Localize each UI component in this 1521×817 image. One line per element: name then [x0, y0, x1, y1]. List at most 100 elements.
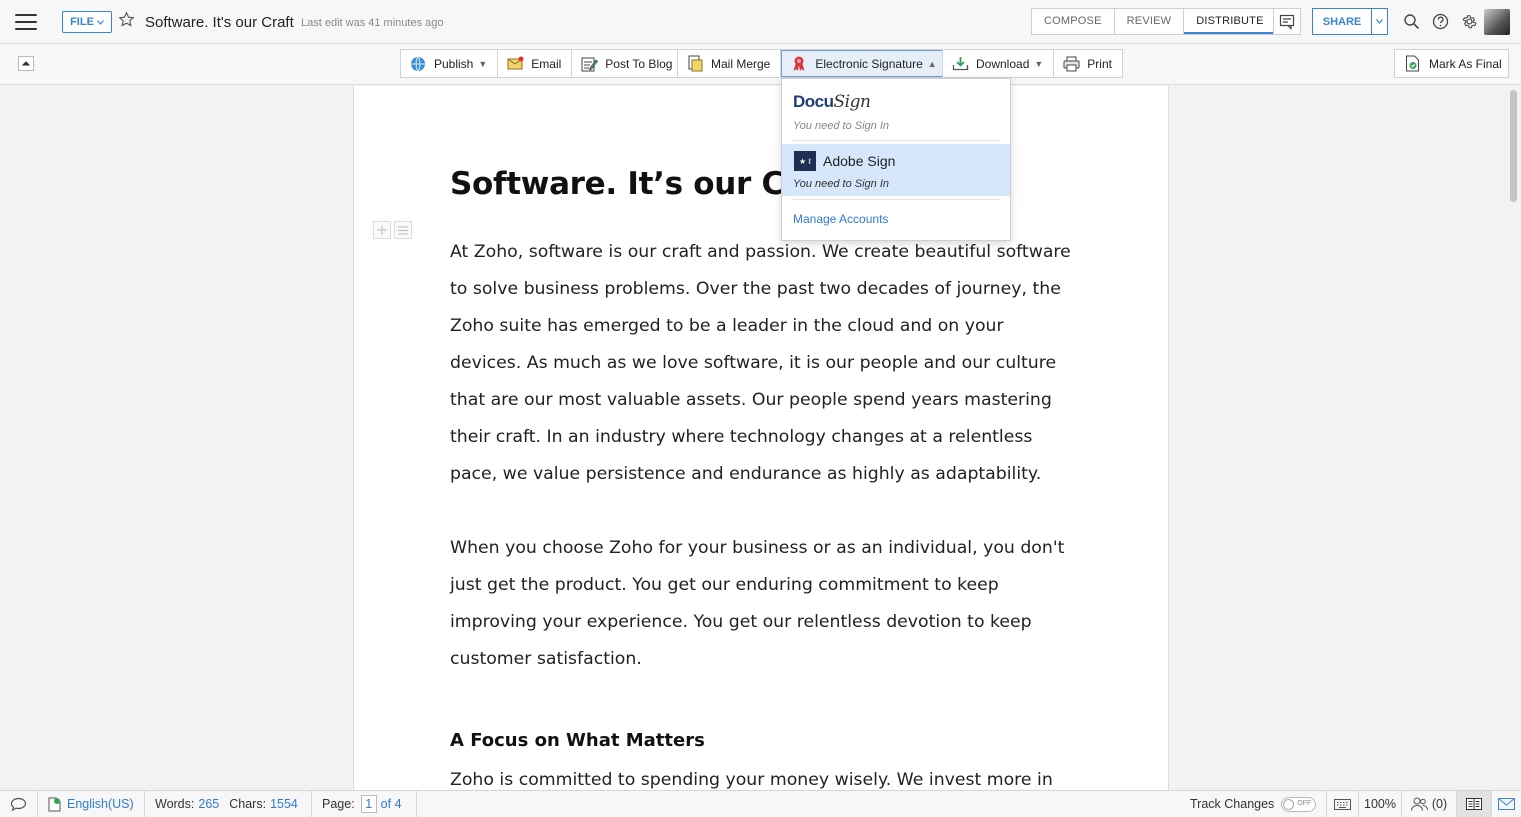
- text-line: Zoho suite has emerged to be a leader in…: [450, 316, 1004, 336]
- track-changes-toggle[interactable]: OFF: [1281, 796, 1317, 812]
- chars-label: Chars:: [229, 797, 267, 811]
- search-button[interactable]: [1397, 8, 1426, 35]
- menu-item-docusign[interactable]: DocuSign You need to Sign In: [782, 79, 1010, 140]
- file-menu-label: FILE: [70, 16, 94, 28]
- collaborators-button[interactable]: (0): [1402, 791, 1457, 817]
- menu-divider: [793, 140, 1000, 141]
- add-block-icon[interactable]: [373, 221, 391, 239]
- mode-switcher: COMPOSE REVIEW DISTRIBUTE: [1031, 8, 1277, 35]
- final-document-icon: [1403, 55, 1421, 73]
- electronic-signature-menu: DocuSign You need to Sign In ★ ℓ Adobe S…: [781, 78, 1011, 241]
- gear-icon: [1462, 15, 1477, 29]
- output-tools-group: Download ▼ Print: [942, 49, 1123, 78]
- mail-merge-label: Mail Merge: [711, 56, 771, 71]
- globe-icon: [409, 55, 427, 73]
- keyboard-icon: [1334, 798, 1351, 810]
- download-icon: [951, 55, 969, 73]
- publish-label: Publish: [434, 56, 474, 71]
- manage-accounts-link[interactable]: Manage Accounts: [793, 212, 888, 226]
- search-icon: [1404, 14, 1420, 30]
- status-bar: English(US) Words: 265 Chars: 1554 Page:…: [0, 790, 1521, 817]
- menu-divider: [793, 199, 1000, 200]
- zoom-level[interactable]: 100%: [1359, 791, 1402, 817]
- page-view-icon: [1466, 798, 1482, 810]
- menu-icon[interactable]: [15, 14, 37, 30]
- post-to-blog-button[interactable]: Post To Blog: [572, 50, 682, 77]
- adobe-sign-logo-icon: ★ ℓ: [794, 151, 816, 171]
- download-button[interactable]: Download ▼: [943, 50, 1055, 77]
- words-value: 265: [198, 797, 220, 811]
- paragraph-style-icon[interactable]: [394, 221, 412, 239]
- document-scrollbar[interactable]: [1506, 86, 1521, 790]
- track-changes: Track Changes OFF: [1181, 791, 1326, 817]
- text-line: to solve business problems. Over the pas…: [450, 279, 1061, 299]
- page-label: Page:: [322, 797, 355, 811]
- text-line: improving your experience. You get our r…: [450, 612, 1032, 632]
- mail-merge-icon: [686, 55, 704, 73]
- mark-as-final-button[interactable]: Mark As Final: [1394, 49, 1509, 78]
- page-view-button[interactable]: [1457, 791, 1492, 817]
- chat-button[interactable]: [0, 791, 38, 817]
- share-tools-group: Publish ▼ Email Post To Blog: [400, 49, 684, 78]
- settings-button[interactable]: [1455, 8, 1484, 35]
- chevron-down-icon: ▼: [1034, 58, 1044, 69]
- merge-sign-group: Mail Merge Electronic Signature ▲: [677, 49, 949, 78]
- email-label: Email: [531, 56, 562, 71]
- keyboard-button[interactable]: [1326, 791, 1359, 817]
- mail-merge-button[interactable]: Mail Merge: [678, 50, 782, 77]
- paragraph-intro: At Zoho, software is our craft and passi…: [450, 234, 1090, 493]
- words-label: Words:: [155, 797, 195, 811]
- distribute-ribbon: Publish ▼ Email Post To Blog Mail Merge: [0, 44, 1521, 85]
- toggle-state: OFF: [1297, 799, 1312, 807]
- section-heading: A Focus on What Matters: [450, 730, 705, 751]
- adobe-sign-label: Adobe Sign: [823, 153, 896, 169]
- top-bar: FILE Software. It's our Craft Last edit …: [0, 0, 1521, 44]
- page-navigator: Page: 1 of 4: [312, 791, 417, 817]
- collaborators-count: (0): [1431, 797, 1448, 811]
- users-icon: [1410, 797, 1428, 811]
- file-menu-button[interactable]: FILE: [62, 11, 112, 33]
- chevron-down-icon: [1376, 19, 1383, 24]
- blog-edit-icon: [580, 55, 598, 73]
- language-label: English(US): [67, 797, 134, 811]
- collapse-ribbon-button[interactable]: [18, 56, 34, 71]
- user-avatar[interactable]: [1484, 9, 1510, 35]
- chevron-up-icon: ▲: [927, 58, 937, 69]
- text-line: just get the product. You get our enduri…: [450, 575, 999, 595]
- favorite-star-icon[interactable]: [118, 11, 136, 29]
- text-line: their craft. In an industry where techno…: [450, 427, 1033, 447]
- comments-panel-icon: [1279, 14, 1295, 30]
- scrollbar-thumb[interactable]: [1510, 90, 1517, 202]
- tab-review[interactable]: REVIEW: [1115, 9, 1185, 34]
- track-changes-label: Track Changes: [1190, 797, 1275, 811]
- chat-bubble-icon: [10, 797, 27, 811]
- publish-button[interactable]: Publish ▼: [401, 50, 499, 77]
- language-selector[interactable]: English(US): [38, 791, 145, 817]
- print-button[interactable]: Print: [1054, 50, 1122, 77]
- paragraph-choice: When you choose Zoho for your business o…: [450, 530, 1090, 678]
- paragraph-focus: Zoho is committed to spending your money…: [450, 762, 1090, 790]
- tab-distribute[interactable]: DISTRIBUTE: [1184, 9, 1276, 34]
- spellcheck-icon: [48, 797, 61, 811]
- share-button[interactable]: SHARE: [1312, 8, 1372, 35]
- help-button[interactable]: [1426, 8, 1455, 35]
- page-number-input[interactable]: 1: [360, 795, 377, 813]
- share-options-button[interactable]: [1371, 8, 1388, 35]
- mail-icon: [1498, 798, 1515, 810]
- comments-panel-button[interactable]: [1273, 8, 1301, 35]
- block-tools: [373, 221, 412, 239]
- chevron-down-icon: ▼: [478, 58, 488, 69]
- electronic-signature-label: Electronic Signature: [815, 56, 923, 71]
- chars-value: 1554: [270, 797, 298, 811]
- document-title[interactable]: Software. It's our Craft: [145, 14, 294, 31]
- document-page[interactable]: Software. It’s our Cra At Zoho, software…: [353, 86, 1169, 790]
- email-icon: [506, 55, 524, 73]
- print-label: Print: [1087, 56, 1112, 71]
- tab-compose[interactable]: COMPOSE: [1032, 9, 1115, 34]
- electronic-signature-button[interactable]: Electronic Signature ▲: [781, 50, 948, 77]
- chevron-down-icon: [96, 19, 104, 25]
- email-button[interactable]: Email: [498, 50, 573, 77]
- feedback-button[interactable]: [1492, 791, 1521, 817]
- menu-item-adobe-sign[interactable]: ★ ℓ Adobe Sign You need to Sign In: [782, 144, 1010, 196]
- text-line: devices. As much as we love software, it…: [450, 353, 1057, 373]
